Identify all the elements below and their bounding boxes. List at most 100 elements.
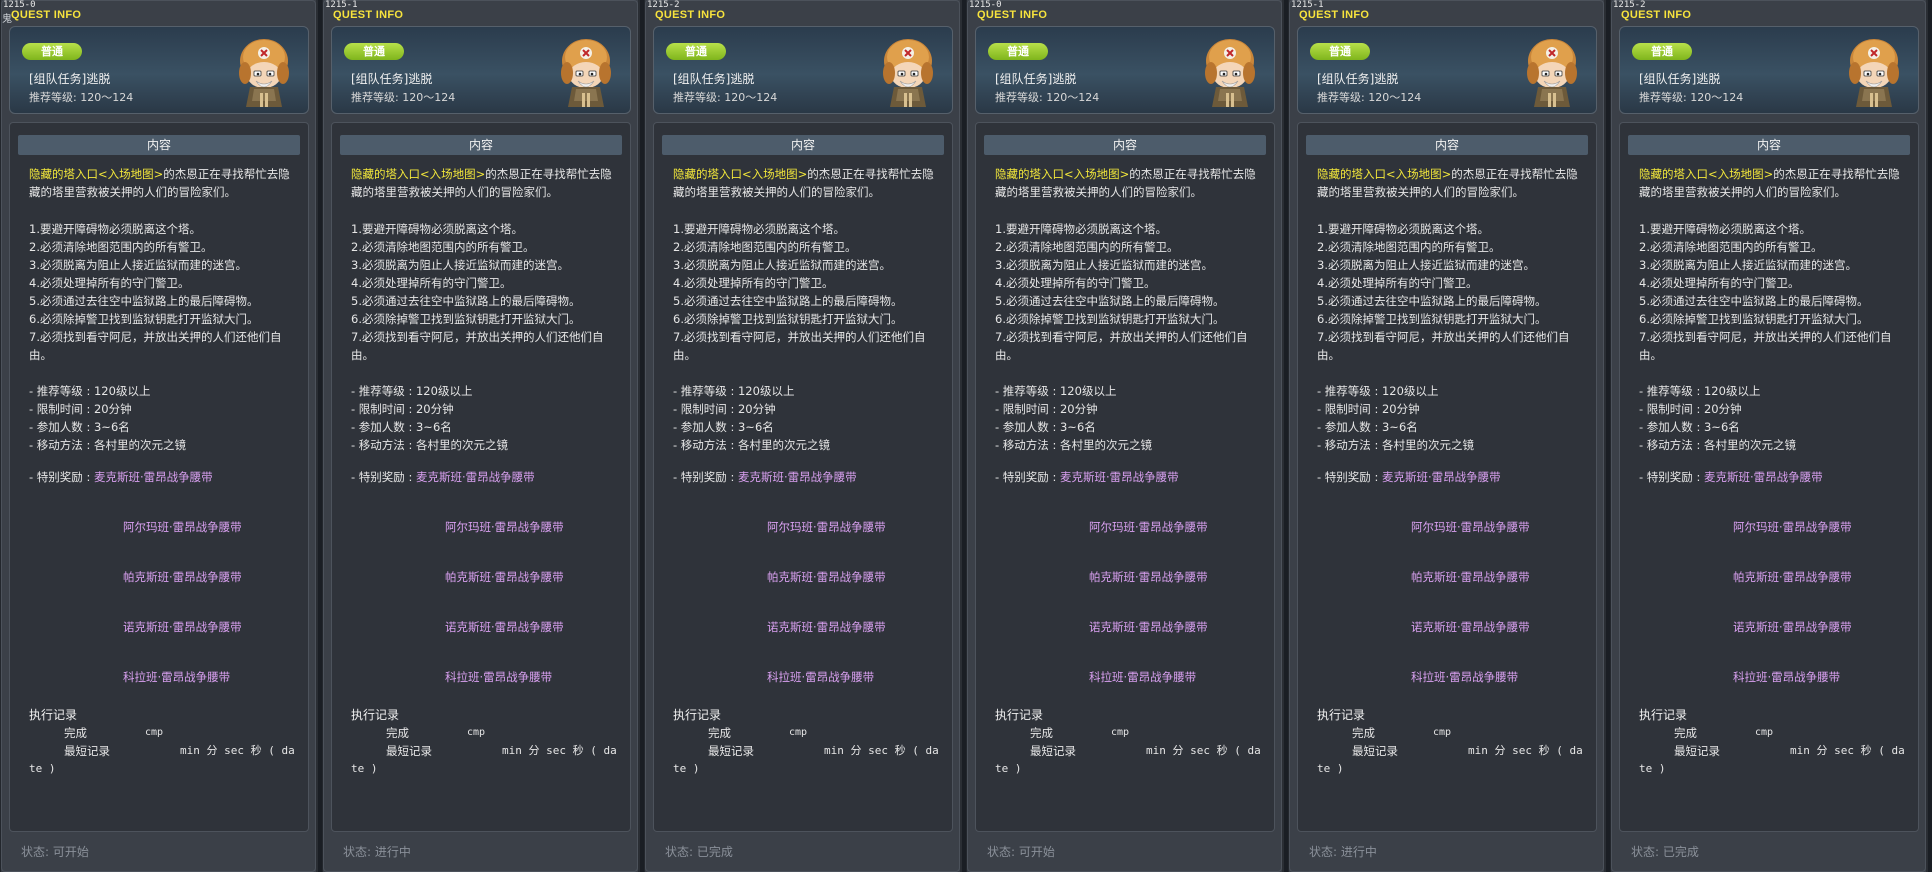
reward-item[interactable]: 阿尔玛班·雷昂战争腰带	[1089, 518, 1208, 536]
info-level: - 推荐等级 : 120级以上	[1639, 384, 1761, 398]
reward-item[interactable]: 阿尔玛班·雷昂战争腰带	[767, 518, 886, 536]
quest-description: 隐藏的塔入口<入场地图>的杰恩正在寻找帮忙去隐藏的塔里营救被关押的人们的冒险家们…	[1317, 165, 1587, 201]
quest-step: 2.必须清除地图范围内的所有警卫。	[995, 240, 1179, 254]
quest-step: 7.必须找到看守阿尼，并放出关押的人们还他们自由。	[995, 330, 1248, 362]
quest-content-area[interactable]: 内容 隐藏的塔入口<入场地图>的杰恩正在寻找帮忙去隐藏的塔里营救被关押的人们的冒…	[1297, 122, 1597, 832]
info-party-size: - 参加人数 : 3~6名	[29, 420, 130, 434]
record-best-value: min 分 sec 秒 ( da	[180, 744, 295, 757]
info-party-size: - 参加人数 : 3~6名	[995, 420, 1096, 434]
reward-item[interactable]: 麦克斯班·雷昂战争腰带	[416, 468, 535, 486]
special-reward-label: - 特别奖励 :	[673, 470, 735, 484]
entrance-map-link[interactable]: 隐藏的塔入口<入场地图>	[995, 167, 1129, 181]
quest-info-panel: 1215-2 QUEST INFO 普通 [组队任务]逃脱 推荐等级: 120～…	[1610, 0, 1928, 872]
info-time-limit: - 限制时间 : 20分钟	[673, 402, 776, 416]
reward-item[interactable]: 麦克斯班·雷昂战争腰带	[1704, 468, 1823, 486]
quest-info-panel: 1215-0 QUEST INFO 普通 [组队任务]逃脱 推荐等级: 120～…	[966, 0, 1284, 872]
reward-item[interactable]: 麦克斯班·雷昂战争腰带	[94, 468, 213, 486]
record-best-value: min 分 sec 秒 ( da	[1468, 744, 1583, 757]
quest-step: 1.要避开障碍物必须脱离这个塔。	[351, 222, 523, 236]
reward-item[interactable]: 麦克斯班·雷昂战争腰带	[738, 468, 857, 486]
record-title: 执行记录	[1317, 708, 1366, 722]
reward-item[interactable]: 帕克斯班·雷昂战争腰带	[1733, 568, 1852, 586]
reward-item[interactable]: 科拉班·雷昂战争腰带	[1089, 668, 1196, 686]
reward-item[interactable]: 帕克斯班·雷昂战争腰带	[1411, 568, 1530, 586]
quest-step: 1.要避开障碍物必须脱离这个塔。	[1317, 222, 1489, 236]
record-done-label: 完成	[1352, 726, 1375, 740]
reward-item[interactable]: 帕克斯班·雷昂战争腰带	[767, 568, 886, 586]
quest-content-area[interactable]: 内容 隐藏的塔入口<入场地图>的杰恩正在寻找帮忙去隐藏的塔里营救被关押的人们的冒…	[975, 122, 1275, 832]
entrance-map-link[interactable]: 隐藏的塔入口<入场地图>	[29, 167, 163, 181]
reward-item[interactable]: 阿尔玛班·雷昂战争腰带	[1411, 518, 1530, 536]
quest-step: 7.必须找到看守阿尼，并放出关押的人们还他们自由。	[29, 330, 282, 362]
quest-step: 2.必须清除地图范围内的所有警卫。	[673, 240, 857, 254]
reward-item[interactable]: 科拉班·雷昂战争腰带	[445, 668, 552, 686]
entrance-map-link[interactable]: 隐藏的塔入口<入场地图>	[673, 167, 807, 181]
quest-step: 6.必须除掉警卫找到监狱钥匙打开监狱大门。	[29, 312, 259, 326]
quest-content-area[interactable]: 内容 隐藏的塔入口<入场地图>的杰恩正在寻找帮忙去隐藏的塔里营救被关押的人们的冒…	[653, 122, 953, 832]
special-reward-label: - 特别奖励 :	[1639, 470, 1701, 484]
info-level: - 推荐等级 : 120级以上	[29, 384, 151, 398]
quest-info-title: QUEST INFO	[1299, 9, 1370, 21]
reward-item[interactable]: 科拉班·雷昂战争腰带	[1733, 668, 1840, 686]
quest-step: 3.必须脱离为阻止人接近监狱而建的迷宫。	[1639, 258, 1857, 272]
reward-item[interactable]: 帕克斯班·雷昂战争腰带	[445, 568, 564, 586]
quest-step: 6.必须除掉警卫找到监狱钥匙打开监狱大门。	[351, 312, 581, 326]
quest-step: 1.要避开障碍物必须脱离这个塔。	[29, 222, 201, 236]
record-best-value-cont: te )	[351, 762, 378, 775]
record-title: 执行记录	[1639, 708, 1688, 722]
record-best-value-cont: te )	[1639, 762, 1666, 775]
quest-step: 4.必须处理掉所有的守门警卫。	[1317, 276, 1478, 290]
reward-item[interactable]: 诺克斯班·雷昂战争腰带	[1733, 618, 1852, 636]
content-header: 内容	[18, 135, 300, 155]
info-time-limit: - 限制时间 : 20分钟	[1639, 402, 1742, 416]
quest-status: 状态: 可开始	[21, 845, 89, 859]
entrance-map-link[interactable]: 隐藏的塔入口<入场地图>	[351, 167, 485, 181]
record-best-value: min 分 sec 秒 ( da	[1146, 744, 1261, 757]
reward-item[interactable]: 诺克斯班·雷昂战争腰带	[123, 618, 242, 636]
reward-item[interactable]: 阿尔玛班·雷昂战争腰带	[445, 518, 564, 536]
record-done-label: 完成	[708, 726, 731, 740]
reward-item[interactable]: 诺克斯班·雷昂战争腰带	[445, 618, 564, 636]
quest-step: 2.必须清除地图范围内的所有警卫。	[1639, 240, 1823, 254]
quest-steps: 1.要避开障碍物必须脱离这个塔。 2.必须清除地图范围内的所有警卫。 3.必须脱…	[351, 220, 616, 364]
record-done-value: cmp	[145, 727, 164, 738]
quest-status: 状态: 进行中	[1309, 845, 1377, 859]
quest-content-area[interactable]: 内容 隐藏的塔入口<入场地图>的杰恩正在寻找帮忙去隐藏的塔里营救被关押的人们的冒…	[331, 122, 631, 832]
reward-item[interactable]: 帕克斯班·雷昂战争腰带	[1089, 568, 1208, 586]
reward-item[interactable]: 科拉班·雷昂战争腰带	[1411, 668, 1518, 686]
quest-status: 状态: 可开始	[987, 845, 1055, 859]
entrance-map-link[interactable]: 隐藏的塔入口<入场地图>	[1317, 167, 1451, 181]
quest-description: 隐藏的塔入口<入场地图>的杰恩正在寻找帮忙去隐藏的塔里营救被关押的人们的冒险家们…	[1639, 165, 1909, 201]
reward-item[interactable]: 诺克斯班·雷昂战争腰带	[767, 618, 886, 636]
quest-content-area[interactable]: 内容 隐藏的塔入口<入场地图>的杰恩正在寻找帮忙去隐藏的塔里营救被关押的人们的冒…	[9, 122, 309, 832]
reward-item[interactable]: 麦克斯班·雷昂战争腰带	[1060, 468, 1179, 486]
quest-title: [组队任务]逃脱	[29, 72, 111, 86]
quest-panel-strip: 1215-0 QUEST INFO 普通 [组队任务]逃脱 推荐等级: 120～…	[0, 0, 1932, 872]
quest-header: 普通 [组队任务]逃脱 推荐等级: 120～124	[1297, 26, 1597, 114]
quest-step: 4.必须处理掉所有的守门警卫。	[351, 276, 512, 290]
entrance-map-link[interactable]: 隐藏的塔入口<入场地图>	[1639, 167, 1773, 181]
recommended-level: 推荐等级: 120～124	[1639, 91, 1744, 104]
quest-info-panel: 1215-1 QUEST INFO 普通 [组队任务]逃脱 推荐等级: 120～…	[322, 0, 640, 872]
quest-info-title: QUEST INFO	[655, 9, 726, 21]
reward-item[interactable]: 科拉班·雷昂战争腰带	[767, 668, 874, 686]
reward-item[interactable]: 诺克斯班·雷昂战争腰带	[1089, 618, 1208, 636]
reward-item[interactable]: 诺克斯班·雷昂战争腰带	[1411, 618, 1530, 636]
info-level: - 推荐等级 : 120级以上	[995, 384, 1117, 398]
reward-item[interactable]: 麦克斯班·雷昂战争腰带	[1382, 468, 1501, 486]
reward-item[interactable]: 阿尔玛班·雷昂战争腰带	[123, 518, 242, 536]
special-reward-label: - 特别奖励 :	[351, 470, 413, 484]
recommended-level: 推荐等级: 120～124	[673, 91, 778, 104]
quest-step: 6.必须除掉警卫找到监狱钥匙打开监狱大门。	[673, 312, 903, 326]
quest-status: 状态: 进行中	[343, 845, 411, 859]
quest-title: [组队任务]逃脱	[1317, 72, 1399, 86]
quest-status: 状态: 已完成	[665, 845, 733, 859]
reward-item[interactable]: 帕克斯班·雷昂战争腰带	[123, 568, 242, 586]
reward-item[interactable]: 科拉班·雷昂战争腰带	[123, 668, 230, 686]
quest-header: 普通 [组队任务]逃脱 推荐等级: 120～124	[653, 26, 953, 114]
quest-step: 7.必须找到看守阿尼，并放出关押的人们还他们自由。	[1639, 330, 1892, 362]
quest-info-title: QUEST INFO	[1621, 9, 1692, 21]
quest-header: 普通 [组队任务]逃脱 推荐等级: 120～124	[9, 26, 309, 114]
quest-content-area[interactable]: 内容 隐藏的塔入口<入场地图>的杰恩正在寻找帮忙去隐藏的塔里营救被关押的人们的冒…	[1619, 122, 1919, 832]
reward-item[interactable]: 阿尔玛班·雷昂战争腰带	[1733, 518, 1852, 536]
